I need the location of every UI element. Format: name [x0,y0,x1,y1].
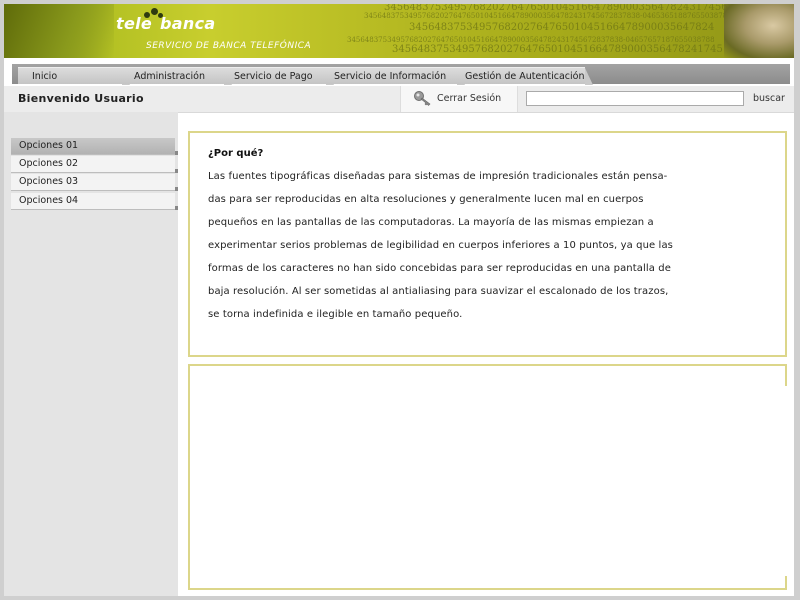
logo-dots-icon [144,7,164,19]
welcome-bar: Bienvenido Usuario Cerrar Sesión buscar [4,86,794,113]
tab-servicio-de-informacion[interactable]: Servicio de Información [326,67,465,85]
content-line: pequeños en las pantallas de las computa… [208,217,654,228]
tab-inicio[interactable]: Inicio [18,67,130,85]
banner-numbers: 3456483753495768202764765010451664789000… [347,36,715,44]
sidebar-item-label: Opciones 02 [19,158,79,169]
panel-gap [784,386,788,576]
tab-label: Servicio de Pago [234,71,313,82]
content-body: Las fuentes tipográficas diseñadas para … [208,165,738,326]
tab-gestion-de-autenticacion[interactable]: Gestión de Autenticación [457,67,593,85]
brand-logo: tele banca [116,8,216,33]
banner-numbers: 3456483753495768202764765010451664789000… [409,22,715,33]
header-banner: 3456483753495768202764765010451664789000… [4,4,794,58]
banner-photo [724,4,794,58]
sidebar-item-label: Opciones 01 [19,140,79,151]
sidebar-item-label: Opciones 04 [19,195,79,206]
sidebar-item-opciones-03[interactable]: Opciones 03 [11,174,178,191]
content-panel: ¿Por qué? Las fuentes tipográficas diseñ… [188,131,787,357]
content-line: das para ser reproducidas en alta resolu… [208,194,644,205]
banner-stripe [4,4,114,58]
tab-label: Inicio [32,71,58,82]
content-line: Las fuentes tipográficas diseñadas para … [208,171,668,182]
sidebar: Opciones 01 Opciones 02 Opciones 03 Opci… [4,112,178,596]
key-icon [414,91,431,106]
logout-label: Cerrar Sesión [437,93,502,104]
banner-numbers: 3456483753495768202764765010451664789000… [392,44,723,55]
logout-button[interactable]: Cerrar Sesión [400,86,518,112]
sidebar-item-opciones-04[interactable]: Opciones 04 [11,193,178,210]
logo-text-right: banca [160,14,216,33]
content-line: experimentar serios problemas de legibil… [208,240,673,251]
content-line: se torna indefinida e ilegible en tamaño… [208,309,463,320]
content-line: formas de los caracteres no han sido con… [208,263,671,274]
search-input[interactable] [526,91,744,106]
content-line: baja resolución. Al ser sometidas al ant… [208,286,669,297]
sidebar-item-opciones-02[interactable]: Opciones 02 [11,156,178,173]
brand-tagline: SERVICIO DE BANCA TELEFÓNICA [146,41,312,51]
tab-label: Gestión de Autenticación [465,71,585,82]
tab-label: Servicio de Información [334,71,447,82]
sidebar-item-opciones-01[interactable]: Opciones 01 [11,138,178,155]
tab-servicio-de-pago[interactable]: Servicio de Pago [224,67,334,85]
tab-administracion[interactable]: Administración [122,67,232,85]
main-nav: Inicio Administración Servicio de Pago S… [12,64,790,85]
search-button[interactable]: buscar [753,93,785,104]
app-frame: 3456483753495768202764765010451664789000… [4,4,794,596]
tab-label: Administración [134,71,206,82]
secondary-panel [188,364,788,590]
sidebar-item-label: Opciones 03 [19,176,79,187]
welcome-title: Bienvenido Usuario [18,92,144,105]
banner-numbers: 3456483753495768202764765010451664789000… [364,12,732,20]
content-title: ¿Por qué? [208,148,264,159]
